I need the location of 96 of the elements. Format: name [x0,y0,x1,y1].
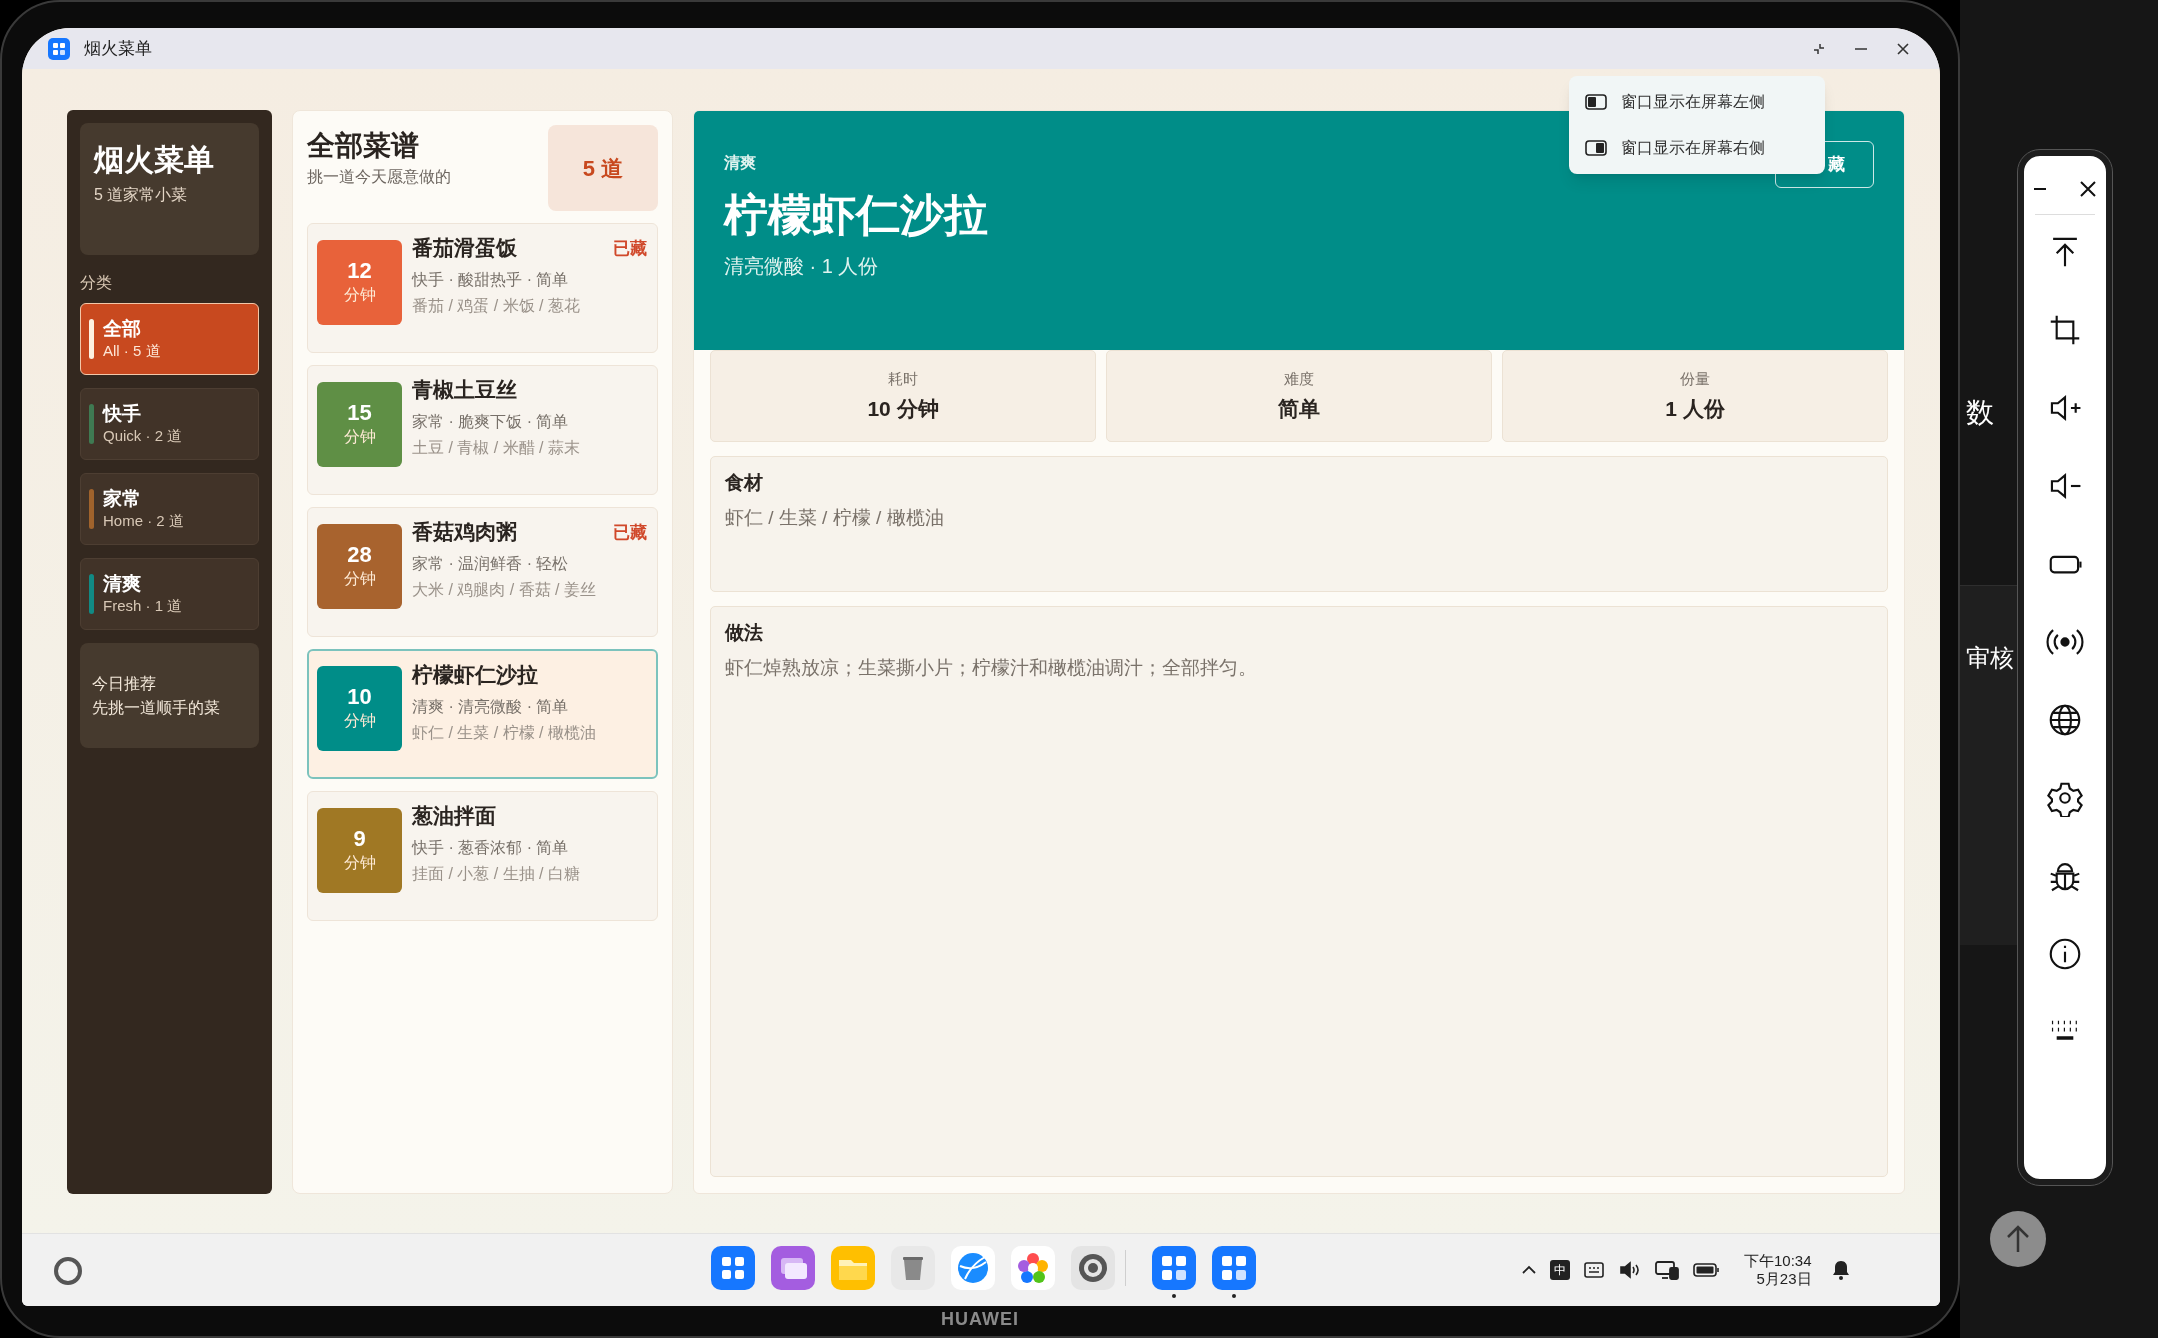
stat-label: 耗时 [888,369,918,389]
battery-icon[interactable] [1692,1262,1720,1278]
category-caption: All · 5 道 [103,341,161,361]
recipe-card[interactable]: 10 分钟 柠檬虾仁沙拉 清爽 · 清亮微酸 · 简单 虾仁 / 生菜 / 柠檬 / 橄榄油 [307,649,658,779]
category-item[interactable]: 全部 All · 5 道 [80,303,259,375]
app-icon[interactable] [1212,1246,1256,1290]
stat-value: 1 人份 [1665,395,1725,422]
recipe-name: 柠檬虾仁沙拉 [412,662,539,688]
minutes-unit: 分钟 [343,711,376,731]
recipe-name: 葱油拌面 [412,803,497,829]
minutes-unit: 分钟 [343,285,376,305]
stat-value: 简单 [1278,395,1320,422]
stat-label: 难度 [1284,369,1314,389]
recipe-card[interactable]: 15 分钟 青椒土豆丝 家常 · 脆爽下饭 · 简单 土豆 / 青椒 / 米醋 / 蒜末 [307,365,658,495]
recipe-ingredients: 挂面 / 小葱 / 生抽 / 白糖 [412,864,580,884]
clock-date[interactable]: 5月23日 [1756,1270,1812,1288]
recipe-card[interactable]: 12 分钟 番茄滑蛋饭 快手 · 酸甜热乎 · 简单 番茄 / 鸡蛋 / 米饭 / 葱花 已藏 [307,223,658,353]
flower-icon[interactable] [1011,1246,1055,1290]
recipe-card[interactable]: 9 分钟 葱油拌面 快手 · 葱香浓郁 · 简单 挂面 / 小葱 / 生抽 / 白糖 [307,791,658,921]
category-item[interactable]: 清爽 Fresh · 1 道 [80,558,259,630]
menu-label: 窗口显示在屏幕左侧 [1621,92,1765,112]
recipe-meta: 家常 · 温润鲜香 · 轻松 [412,554,570,574]
minutes-value: 9 [353,826,366,852]
settings-icon[interactable] [1071,1246,1115,1290]
minutes-unit: 分钟 [343,427,376,447]
recipe-count: 5 道 [548,125,658,211]
menu-label: 窗口显示在屏幕右侧 [1621,138,1765,158]
right-split-icon [1585,140,1607,156]
clock-time[interactable]: 下午10:34 [1744,1252,1812,1270]
category-tag: 清爽 [724,151,756,175]
section-title: 做法 [725,621,764,645]
minutes-value: 28 [347,542,372,568]
recipe-ingredients: 番茄 / 鸡蛋 / 米饭 / 葱花 [412,296,580,316]
recipe-meta: 快手 · 酸甜热乎 · 简单 [412,270,570,290]
display-icon[interactable] [1654,1259,1680,1281]
recommendation-text: 先挑一道顺手的菜 [92,697,221,718]
category-caption: Home · 2 道 [103,511,184,531]
saved-label: 已藏 [613,522,647,544]
section-text: 虾仁 / 生菜 / 柠檬 / 橄榄油 [725,505,945,530]
recipe-name: 番茄滑蛋饭 [412,235,518,261]
app-icon[interactable] [1152,1246,1196,1290]
category-name: 全部 [103,317,142,341]
close-icon [1896,41,1910,56]
minutes-unit: 分钟 [343,853,376,873]
recipe-ingredients: 大米 / 鸡腿肉 / 香菇 / 姜丝 [412,580,596,600]
app-subtitle: 5 道家常小菜 [94,185,189,205]
section-label: 分类 [80,273,113,293]
section-text: 虾仁焯熟放凉；生菜撕小片；柠檬汁和橄榄油调汁；全部拌匀。 [725,655,1258,680]
recipe-meta: 清爽 · 清亮微酸 · 简单 [412,697,570,717]
app-icon [48,37,70,60]
minutes-unit: 分钟 [343,569,376,589]
recipe-name: 青椒土豆丝 [412,377,518,403]
scroll-top-button[interactable] [1989,1210,2047,1268]
list-subtitle: 挑一道今天愿意做的 [307,167,452,187]
device-brand: HUAWEI [941,1308,1019,1330]
background-window-text: 审核 [1966,643,2014,673]
category-name: 家常 [103,487,142,511]
saved-label: 已藏 [613,238,647,260]
window-title: 烟火菜单 [84,37,152,60]
stat-value: 10 分钟 [867,395,939,422]
background-window-text: 数 [1966,396,1994,430]
category-caption: Quick · 2 道 [103,426,183,446]
windows-icon[interactable] [771,1246,815,1290]
recommendation-card[interactable]: 今日推荐 先挑一道顺手的菜 [80,643,259,748]
category-item[interactable]: 快手 Quick · 2 道 [80,388,259,460]
recipe-meta: 家常 · 脆爽下饭 · 简单 [412,412,570,432]
menu-item[interactable]: 窗口显示在屏幕右侧 [1585,130,1809,166]
input-method-indicator[interactable]: 中 [1550,1260,1570,1280]
left-split-icon [1585,94,1607,110]
recipe-subtitle: 清亮微酸 · 1 人份 [724,254,879,279]
stat-label: 份量 [1680,369,1710,389]
close-button[interactable] [2078,179,2098,199]
minutes-value: 15 [347,400,372,426]
volume-icon[interactable] [1618,1260,1642,1280]
trash-icon[interactable] [891,1246,935,1290]
category-item[interactable]: 家常 Home · 2 道 [80,473,259,545]
recipe-name: 香菇鸡肉粥 [412,519,518,545]
category-name: 清爽 [103,572,142,596]
minutes-value: 12 [347,258,372,284]
recommendation-title: 今日推荐 [92,673,157,694]
recipe-meta: 快手 · 葱香浓郁 · 简单 [412,838,570,858]
recipe-title: 柠檬虾仁沙拉 [724,189,988,241]
list-title: 全部菜谱 [307,129,420,163]
category-caption: Fresh · 1 道 [103,596,183,616]
recipe-ingredients: 虾仁 / 生菜 / 柠檬 / 橄榄油 [412,723,596,743]
section-title: 食材 [725,471,764,495]
minimize-icon [1855,47,1867,50]
recipe-ingredients: 土豆 / 青椒 / 米醋 / 蒜末 [412,438,580,458]
minutes-value: 10 [347,684,372,710]
keyboard-icon[interactable] [1582,1260,1606,1280]
recipe-card[interactable]: 28 分钟 香菇鸡肉粥 家常 · 温润鲜香 · 轻松 大米 / 鸡腿肉 / 香菇 / 姜丝 已藏 [307,507,658,637]
home-button[interactable] [52,1255,84,1287]
menu-item[interactable]: 窗口显示在屏幕左侧 [1585,84,1809,120]
launcher-icon[interactable] [711,1246,755,1290]
app-title: 烟火菜单 [94,142,215,178]
category-name: 快手 [103,402,142,426]
